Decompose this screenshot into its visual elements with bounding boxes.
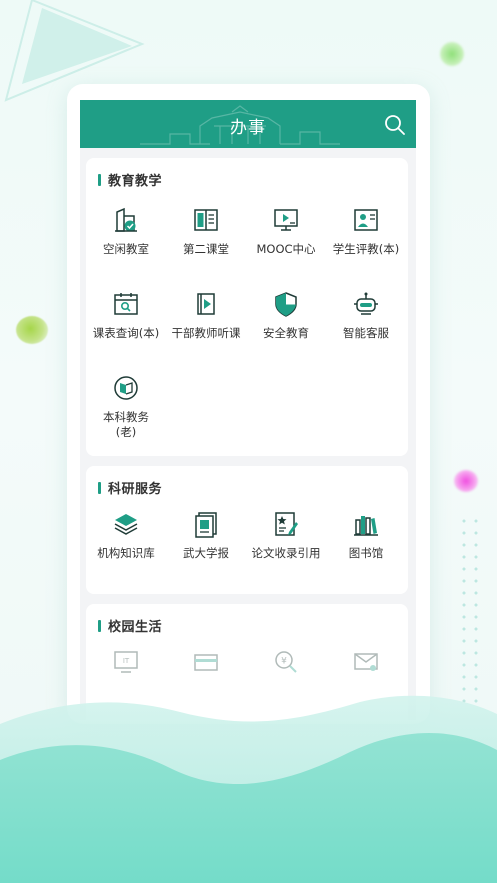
tile-label: 智能客服 <box>343 326 389 340</box>
title-bar: 办事 <box>80 100 416 148</box>
phone-mockup: 办事 教育教学 空闲教室 第二课堂 MOOC中心 学生评教(本) 课表查询(本)… <box>67 84 430 724</box>
page-title: 办事 <box>230 118 266 138</box>
tile-second-classroom[interactable]: 第二课堂 <box>166 206 246 257</box>
pink-dot-decoration <box>454 470 478 492</box>
svg-text:¥: ¥ <box>281 657 287 667</box>
tile-label: 论文收录引用 <box>251 546 321 560</box>
tile-institutional-repository[interactable]: 机构知识库 <box>86 510 166 561</box>
section-marker <box>98 619 101 632</box>
paper-star-icon <box>275 512 298 536</box>
shield-icon <box>275 292 297 317</box>
section-teaching: 教育教学 空闲教室 第二课堂 MOOC中心 学生评教(本) 课表查询(本) 干部… <box>86 158 408 456</box>
it-monitor-icon: IT <box>114 651 138 673</box>
tile-label: 空闲教室 <box>103 242 149 256</box>
book-circle-icon <box>114 376 138 400</box>
tile-lecture-observation[interactable]: 干部教师听课 <box>166 290 246 341</box>
section-title: 教育教学 <box>108 174 163 189</box>
section-header: 校园生活 <box>98 616 162 635</box>
section-header: 教育教学 <box>98 170 162 189</box>
wave-decoration <box>0 695 497 883</box>
tile-smart-service[interactable]: 智能客服 <box>326 290 406 341</box>
tile-label: 安全教育 <box>263 326 309 340</box>
tile-label: 图书馆 <box>348 546 384 560</box>
tile-whu-journal[interactable]: 武大学报 <box>166 510 246 561</box>
tile-student-evaluation[interactable]: 学生评教(本) <box>326 206 406 257</box>
tile-label: 本科教务 (老) <box>103 410 149 439</box>
tile-label: MOOC中心 <box>256 242 316 256</box>
monitor-play-icon <box>274 209 298 231</box>
person-card-icon <box>354 209 378 231</box>
section-marker <box>98 481 101 494</box>
tile-label: 机构知识库 <box>97 546 155 560</box>
robot-icon <box>354 292 378 315</box>
tile-undergrad-affairs-old[interactable]: 本科教务 (老) <box>86 374 166 440</box>
tile-library[interactable]: 图书馆 <box>326 510 406 561</box>
svg-text:IT: IT <box>123 657 130 665</box>
tile-paper-citation[interactable]: 论文收录引用 <box>246 510 326 561</box>
tile-finance-query[interactable]: ¥ <box>246 648 326 676</box>
tile-safety-education[interactable]: 安全教育 <box>246 290 326 341</box>
green-dot-decoration <box>440 42 464 66</box>
tile-timetable-query[interactable]: 课表查询(本) <box>86 290 166 341</box>
tile-mooc-center[interactable]: MOOC中心 <box>246 206 326 257</box>
tile-label: 武大学报 <box>183 546 229 560</box>
section-title: 校园生活 <box>108 620 163 635</box>
layers-icon <box>114 514 138 535</box>
bookshelf-icon <box>354 516 378 536</box>
tile-mail[interactable] <box>326 648 406 676</box>
search-icon[interactable] <box>384 114 406 136</box>
tile-label: 学生评教(本) <box>332 242 400 256</box>
tile-it-service[interactable]: IT <box>86 648 166 676</box>
play-book-icon <box>197 293 215 315</box>
tile-label: 课表查询(本) <box>92 326 160 340</box>
dot-grid-decoration <box>458 515 482 705</box>
yen-search-icon: ¥ <box>275 651 297 673</box>
section-header: 科研服务 <box>98 478 162 497</box>
tile-label: 第二课堂 <box>183 242 229 256</box>
section-title: 科研服务 <box>108 482 163 497</box>
mail-person-icon <box>354 653 378 671</box>
section-marker <box>98 173 101 186</box>
card-icon <box>194 654 218 671</box>
tile-label: 干部教师听课 <box>171 326 241 340</box>
app-screen: 办事 教育教学 空闲教室 第二课堂 MOOC中心 学生评教(本) 课表查询(本)… <box>80 100 416 720</box>
building-check-icon <box>115 207 137 232</box>
journal-icon <box>195 512 217 538</box>
calendar-search-icon <box>114 293 138 315</box>
tennis-ball-decoration <box>16 316 48 344</box>
open-book-icon <box>194 209 218 231</box>
section-research: 科研服务 机构知识库 武大学报 论文收录引用 图书馆 <box>86 466 408 594</box>
tile-free-classroom[interactable]: 空闲教室 <box>86 206 166 257</box>
tile-campus-card[interactable] <box>166 648 246 676</box>
